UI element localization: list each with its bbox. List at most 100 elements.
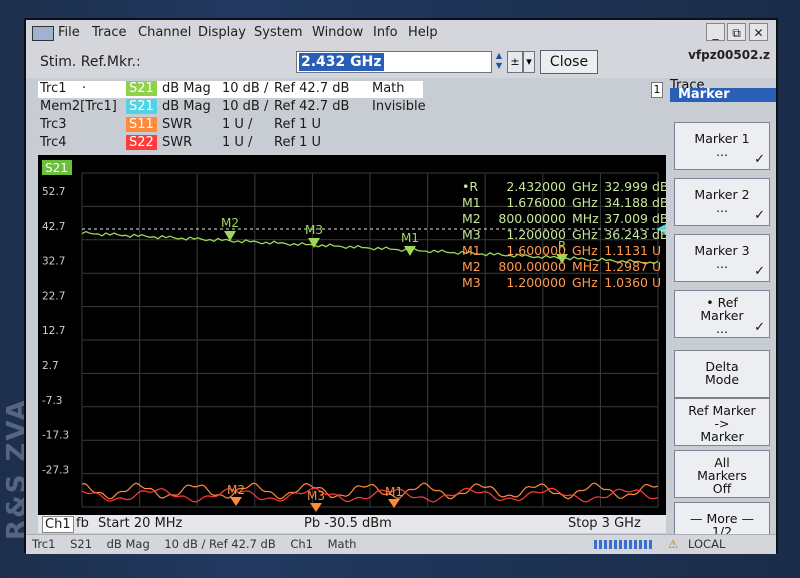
softkey-button[interactable]: All Markers Off — [674, 450, 770, 498]
menu-display[interactable]: Display — [198, 25, 246, 40]
menu-bar: File Trace Channel Display System Window… — [26, 20, 776, 47]
marker-label: M3 — [307, 489, 325, 503]
start-frequency[interactable]: Start 20 MHz — [98, 516, 182, 531]
spin-up-icon[interactable]: ▲ — [493, 51, 505, 61]
marker-table-unit: GHz — [572, 179, 598, 194]
y-axis-label: -17.3 — [42, 430, 69, 442]
marker-table-label: M2 — [462, 211, 481, 226]
trace-format: dB Mag — [162, 81, 211, 96]
softkey-button[interactable]: Marker 1... ✓ — [674, 122, 770, 170]
app-icon — [32, 26, 54, 41]
stim-value-text: 2.432 GHz — [299, 53, 384, 71]
trace-row[interactable]: Trc3 S11 SWR 1 U / Ref 1 U — [38, 117, 656, 134]
marker-table-value: 32.999 — [604, 179, 648, 194]
trace-scale: 10 dB / — [222, 99, 269, 114]
marker-table-value: 37.009 — [604, 211, 648, 226]
marker-label: M3 — [305, 223, 323, 237]
menu-system[interactable]: System — [254, 25, 302, 40]
marker-table-label: M1 — [462, 243, 481, 258]
trace-row[interactable]: Mem2[Trc1] S21 dB Mag 10 dB / Ref 42.7 d… — [38, 99, 656, 116]
measurement-plot[interactable]: S21 52.7 42.7 32.7 22.7 12.7 2.7 -7.3 -17.3 -27.3… — [38, 155, 666, 515]
menu-window[interactable]: Window — [312, 25, 363, 40]
softkey-button[interactable]: • Ref Marker... ✓ — [674, 290, 770, 338]
stim-value-input[interactable]: 2.432 GHz — [296, 51, 492, 73]
trace-suffix: · — [82, 81, 87, 96]
close-button[interactable]: Close — [540, 50, 598, 74]
softkey-title-marker: Marker — [670, 88, 776, 102]
trace-format: SWR — [162, 135, 193, 150]
dropdown-arrow-icon[interactable]: ▾ — [523, 51, 535, 73]
check-icon: ✓ — [754, 264, 765, 279]
trace-param-tag[interactable]: S21 — [126, 99, 157, 114]
softkey-label: Off — [712, 481, 732, 496]
marker-table-label: M3 — [462, 227, 481, 242]
softkey-button[interactable]: Marker 3... ✓ — [674, 234, 770, 282]
trace-ref: Ref 1 U — [274, 117, 322, 132]
trace-extra: Invisible — [372, 99, 426, 114]
marker-label: M2 — [221, 216, 239, 230]
menu-info[interactable]: Info — [373, 25, 398, 40]
marker-table-vunit: U — [652, 243, 661, 258]
marker-table-unit: MHz — [572, 259, 599, 274]
marker-table-value: 34.188 — [604, 195, 648, 210]
y-axis-label: 2.7 — [42, 360, 59, 372]
trace-format: SWR — [162, 117, 193, 132]
minimize-button[interactable]: _ — [706, 23, 725, 41]
marker-table-vunit: dB — [652, 179, 666, 194]
spin-down-icon[interactable]: ▼ — [493, 61, 505, 71]
marker-label: M2 — [227, 483, 245, 497]
window-close-button[interactable]: ✕ — [749, 23, 768, 41]
check-icon: ✓ — [754, 208, 765, 223]
marker-table-unit: GHz — [572, 195, 598, 210]
y-axis-label: 22.7 — [42, 290, 65, 302]
y-axis-label: 32.7 — [42, 256, 65, 268]
menu-channel[interactable]: Channel — [138, 25, 191, 40]
marker-table-unit: GHz — [572, 243, 598, 258]
check-icon: ✓ — [754, 320, 765, 335]
marker-table-freq: 800.00000 — [498, 259, 566, 274]
marker-table-freq: 800.00000 — [498, 211, 566, 226]
trace-row[interactable]: Trc1 · S21 dB Mag 10 dB / Ref 42.7 dB Ma… — [38, 81, 423, 98]
softkey-button[interactable]: Ref Marker -> Marker — [674, 398, 770, 446]
marker-table-value: 1.0360 — [604, 275, 648, 290]
trace-list: Trc1 · S21 dB Mag 10 dB / Ref 42.7 dB Ma… — [38, 81, 656, 153]
marker-triangle-icon — [404, 246, 416, 256]
stop-frequency[interactable]: Stop 3 GHz — [568, 516, 641, 531]
menu-file[interactable]: File — [58, 25, 80, 40]
y-axis-label: -7.3 — [42, 395, 63, 407]
channel-tag[interactable]: Ch1 — [42, 516, 74, 533]
trace-name: Trc3 — [40, 117, 67, 132]
trace-scale: 1 U / — [222, 135, 253, 150]
trace-param-tag[interactable]: S21 — [126, 81, 157, 96]
menu-help[interactable]: Help — [408, 25, 438, 40]
y-axis-label: 12.7 — [42, 325, 65, 337]
trace-param-tag[interactable]: S11 — [126, 117, 157, 132]
marker-table-freq: 1.200000 — [506, 227, 566, 242]
marker-table-value: 1.1131 — [604, 243, 648, 258]
softkey-button[interactable]: Delta Mode — [674, 350, 770, 398]
power-level[interactable]: Pb -30.5 dBm — [304, 516, 392, 531]
marker-table-freq: 1.600000 — [506, 243, 566, 258]
marker-table-value: 1.2987 — [604, 259, 648, 274]
y-axis-label: -27.3 — [42, 464, 69, 476]
trace-row[interactable]: Trc4 S22 SWR 1 U / Ref 1 U — [38, 135, 656, 152]
marker-triangle-icon — [230, 497, 242, 506]
marker-table-label: M2 — [462, 259, 481, 274]
marker-table-vunit: U — [652, 259, 661, 274]
marker-table-label: M1 — [462, 195, 481, 210]
status-bar: Trc1 S21 dB Mag 10 dB / Ref 42.7 dB Ch1 … — [26, 534, 776, 554]
softkey-label: Marker — [700, 429, 744, 444]
menu-trace[interactable]: Trace — [92, 25, 127, 40]
local-indicator: LOCAL — [688, 537, 726, 551]
trace-number-badge[interactable]: 1 — [651, 82, 663, 98]
plot-canvas[interactable]: S21 52.7 42.7 32.7 22.7 12.7 2.7 -7.3 -17.3 -27.3… — [38, 155, 666, 515]
trace-name: Trc1 — [40, 81, 67, 96]
marker-table-value: 36.243 — [604, 227, 648, 242]
trace-param-tag[interactable]: S22 — [126, 135, 157, 150]
softkey-button[interactable]: Marker 2... ✓ — [674, 178, 770, 226]
marker-table-vunit: U — [652, 275, 661, 290]
value-spinner[interactable]: ▲ ▼ — [493, 51, 505, 73]
restore-button[interactable]: ⧉ — [727, 23, 746, 41]
step-size-button[interactable]: ± — [507, 51, 523, 73]
y-axis-label: 42.7 — [42, 221, 65, 233]
